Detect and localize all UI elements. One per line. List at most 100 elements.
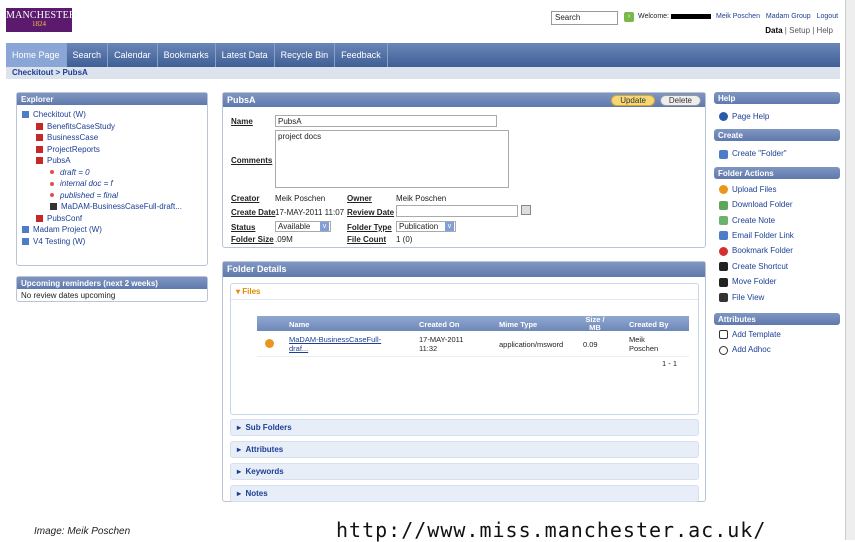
list-icon (719, 330, 728, 340)
nav-home[interactable]: Home Page (6, 43, 67, 67)
new-folder-icon (719, 149, 728, 159)
section-sub-folders[interactable]: ▸ Sub Folders (230, 419, 699, 436)
page-help-link[interactable]: Page Help (714, 104, 840, 129)
bookmark-folder-link[interactable]: Bookmark Folder (714, 243, 840, 258)
email-folder-link[interactable]: Email Folder Link (714, 228, 840, 243)
attributes-title: Attributes (714, 312, 840, 325)
help-link[interactable]: Help (817, 26, 833, 35)
tree-label: BenefitsCaseStudy (47, 121, 116, 131)
tree-label: MaDAM-BusinessCaseFull-draft... (61, 202, 182, 211)
pdf-icon (36, 134, 43, 142)
tree-item-pubsconf[interactable]: PubsConf (22, 213, 202, 225)
table-header: Name Created On Mime Type Size / MB Crea… (257, 316, 689, 332)
welcome-text: Welcome: (638, 13, 711, 20)
tree-item-v4-testing[interactable]: V4 Testing (W) (22, 236, 202, 248)
file-count-label: File Count (347, 235, 387, 244)
search-go-icon[interactable]: › (624, 12, 634, 22)
calendar-icon[interactable] (521, 205, 531, 215)
table-row[interactable]: MaDAM-BusinessCaseFull-draf... 17-MAY-20… (257, 331, 689, 357)
add-template-label: Add Template (732, 329, 781, 339)
section-label: Sub Folders (245, 423, 292, 432)
tree-label: draft = 0 (60, 167, 90, 177)
tree-item-businesscase[interactable]: BusinessCase (22, 132, 202, 144)
action-label: Move Folder (732, 277, 777, 287)
data-link[interactable]: Data (765, 26, 782, 35)
breadcrumb[interactable]: Checkitout > PubsA (6, 67, 840, 79)
files-label: Files (242, 287, 261, 296)
review-date-field[interactable] (396, 205, 518, 217)
download-folder-link[interactable]: Download Folder (714, 197, 840, 212)
folder-size-value: .09M (275, 235, 293, 244)
create-note-link[interactable]: Create Note (714, 213, 840, 228)
section-label: Notes (245, 489, 268, 498)
create-folder-link[interactable]: Create "Folder" (714, 141, 840, 166)
image-credit: Image: Meik Poschen (34, 526, 131, 537)
nav-latest-data[interactable]: Latest Data (216, 43, 275, 67)
folder-tree: Checkitout (W) BenefitsCaseStudy Busines… (17, 105, 207, 251)
create-shortcut-link[interactable]: Create Shortcut (714, 259, 840, 274)
creator-value: Meik Poschen (275, 194, 326, 203)
tree-item-benefits[interactable]: BenefitsCaseStudy (22, 121, 202, 133)
update-button[interactable]: Update (611, 95, 655, 106)
nav-search[interactable]: Search (67, 43, 109, 67)
move-folder-link[interactable]: Move Folder (714, 274, 840, 289)
explorer-panel: Explorer Checkitout (W) BenefitsCaseStud… (16, 92, 208, 266)
tree-attr-internal: internal doc = f (22, 178, 202, 190)
upload-files-link[interactable]: Upload Files (714, 182, 840, 197)
file-view-icon (719, 292, 728, 302)
action-label: Download Folder (732, 200, 793, 210)
nav-recycle-bin[interactable]: Recycle Bin (275, 43, 336, 67)
folder-type-select[interactable]: Publication (396, 221, 456, 232)
setup-link[interactable]: Setup (789, 26, 810, 35)
tree-label: ProjectReports (47, 144, 100, 154)
review-date-label: Review Date (347, 208, 395, 217)
search-input[interactable]: Search (551, 11, 618, 25)
bullet-icon (50, 193, 54, 198)
user-link[interactable]: Meik Poschen (716, 13, 760, 20)
col-created-on[interactable]: Created On (419, 320, 459, 329)
comments-label: Comments (231, 156, 273, 165)
university-logo[interactable]: MANCHESTER 1824 (6, 8, 76, 32)
action-label: Create Shortcut (732, 261, 789, 271)
vertical-scrollbar[interactable] (845, 0, 855, 540)
file-created-on: 17-MAY-2011 11:32 (419, 335, 464, 353)
col-mime-type[interactable]: Mime Type (499, 320, 537, 329)
nav-calendar[interactable]: Calendar (108, 43, 158, 67)
files-section-header[interactable]: ▾ Files (231, 284, 698, 300)
tree-item-doc[interactable]: MaDAM-BusinessCaseFull-draft... (22, 201, 202, 213)
nav-bookmarks[interactable]: Bookmarks (158, 43, 216, 67)
document-icon (50, 203, 57, 211)
add-template-link[interactable]: Add Template (714, 325, 840, 342)
download-icon[interactable] (265, 339, 274, 348)
col-size[interactable]: Size / MB (583, 316, 607, 332)
name-field[interactable]: PubsA (275, 115, 497, 127)
tree-item-madam-project[interactable]: Madam Project (W) (22, 224, 202, 236)
section-keywords[interactable]: ▸ Keywords (230, 463, 699, 480)
file-name-link[interactable]: MaDAM-BusinessCaseFull-draf... (289, 335, 399, 353)
comments-field[interactable]: project docs (275, 130, 509, 188)
add-adhoc-link[interactable]: Add Adhoc (714, 342, 840, 357)
group-link[interactable]: Madam Group (766, 13, 811, 20)
file-mime-type: application/msword (499, 340, 564, 349)
col-name[interactable]: Name (289, 320, 309, 329)
status-select[interactable]: Available (275, 221, 331, 232)
section-label: Keywords (245, 467, 284, 476)
tree-item-pubsa[interactable]: PubsA (22, 155, 202, 167)
folder-icon (22, 111, 29, 119)
nav-feedback[interactable]: Feedback (335, 43, 388, 67)
delete-button[interactable]: Delete (659, 95, 701, 106)
col-created-by[interactable]: Created By (629, 320, 669, 329)
create-title: Create (714, 129, 840, 142)
logout-link[interactable]: Logout (817, 13, 838, 20)
folder-icon (22, 226, 29, 234)
owner-label: Owner (347, 194, 372, 203)
tree-label: Checkitout (W) (33, 110, 86, 119)
folder-icon (22, 237, 29, 245)
tree-item-projectreports[interactable]: ProjectReports (22, 144, 202, 156)
section-notes[interactable]: ▸ Notes (230, 485, 699, 502)
section-attributes[interactable]: ▸ Attributes (230, 441, 699, 458)
file-view-link[interactable]: File View (714, 290, 840, 305)
tree-item-checkitout[interactable]: Checkitout (W) (22, 109, 202, 121)
tree-label: BusinessCase (47, 133, 99, 142)
folder-actions-list: Upload Files Download Folder Create Note… (714, 179, 840, 305)
